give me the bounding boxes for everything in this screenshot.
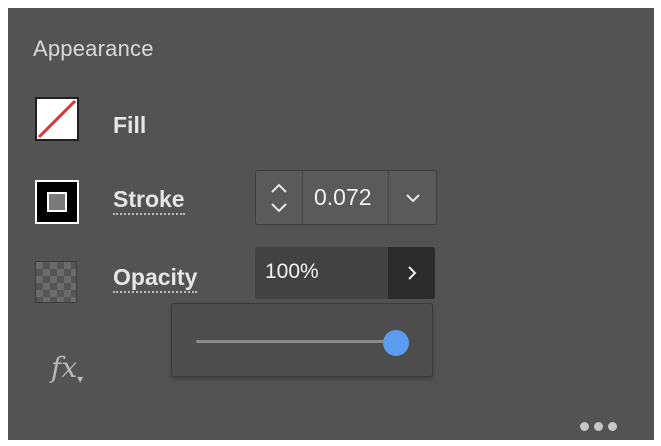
opacity-input[interactable]: 100% [265, 260, 319, 284]
fx-dropdown-caret-icon: ▾ [77, 372, 84, 386]
stroke-weight-control: 0.072 [255, 170, 437, 225]
fill-swatch[interactable] [35, 97, 79, 141]
stroke-label: Stroke [113, 186, 185, 215]
opacity-slider-thumb[interactable] [383, 330, 409, 356]
stroke-swatch-icon [47, 192, 67, 212]
dot-icon [608, 422, 617, 431]
opacity-slider-popup [171, 303, 433, 377]
fill-label: Fill [113, 112, 147, 138]
dot-icon [594, 422, 603, 431]
chevron-down-icon [406, 193, 420, 202]
appearance-panel: Appearance Fill Stroke 0.072 Opacity 100… [8, 8, 654, 440]
opacity-control: 100% [255, 247, 435, 299]
panel-title: Appearance [33, 36, 154, 61]
opacity-slider-track[interactable] [196, 340, 396, 343]
more-options-icon[interactable] [580, 422, 617, 431]
stroke-stepper[interactable] [256, 171, 303, 224]
opacity-slider-toggle-button[interactable] [388, 247, 435, 299]
opacity-label-link[interactable]: Opacity [113, 264, 198, 293]
stroke-label-link[interactable]: Stroke [113, 186, 185, 215]
fx-icon[interactable]: fx▾ [51, 351, 83, 386]
stepper-down-icon[interactable] [269, 202, 289, 214]
chevron-right-icon [407, 266, 416, 280]
stepper-up-icon[interactable] [269, 182, 289, 194]
dot-icon [580, 422, 589, 431]
fx-label: fx [51, 351, 78, 384]
stroke-weight-dropdown[interactable] [388, 171, 437, 224]
stroke-swatch[interactable] [35, 180, 79, 224]
stroke-weight-input[interactable]: 0.072 [314, 184, 382, 211]
fill-none-swatch-icon [37, 99, 77, 139]
opacity-checker-icon [35, 261, 77, 303]
opacity-label: Opacity [113, 264, 198, 293]
